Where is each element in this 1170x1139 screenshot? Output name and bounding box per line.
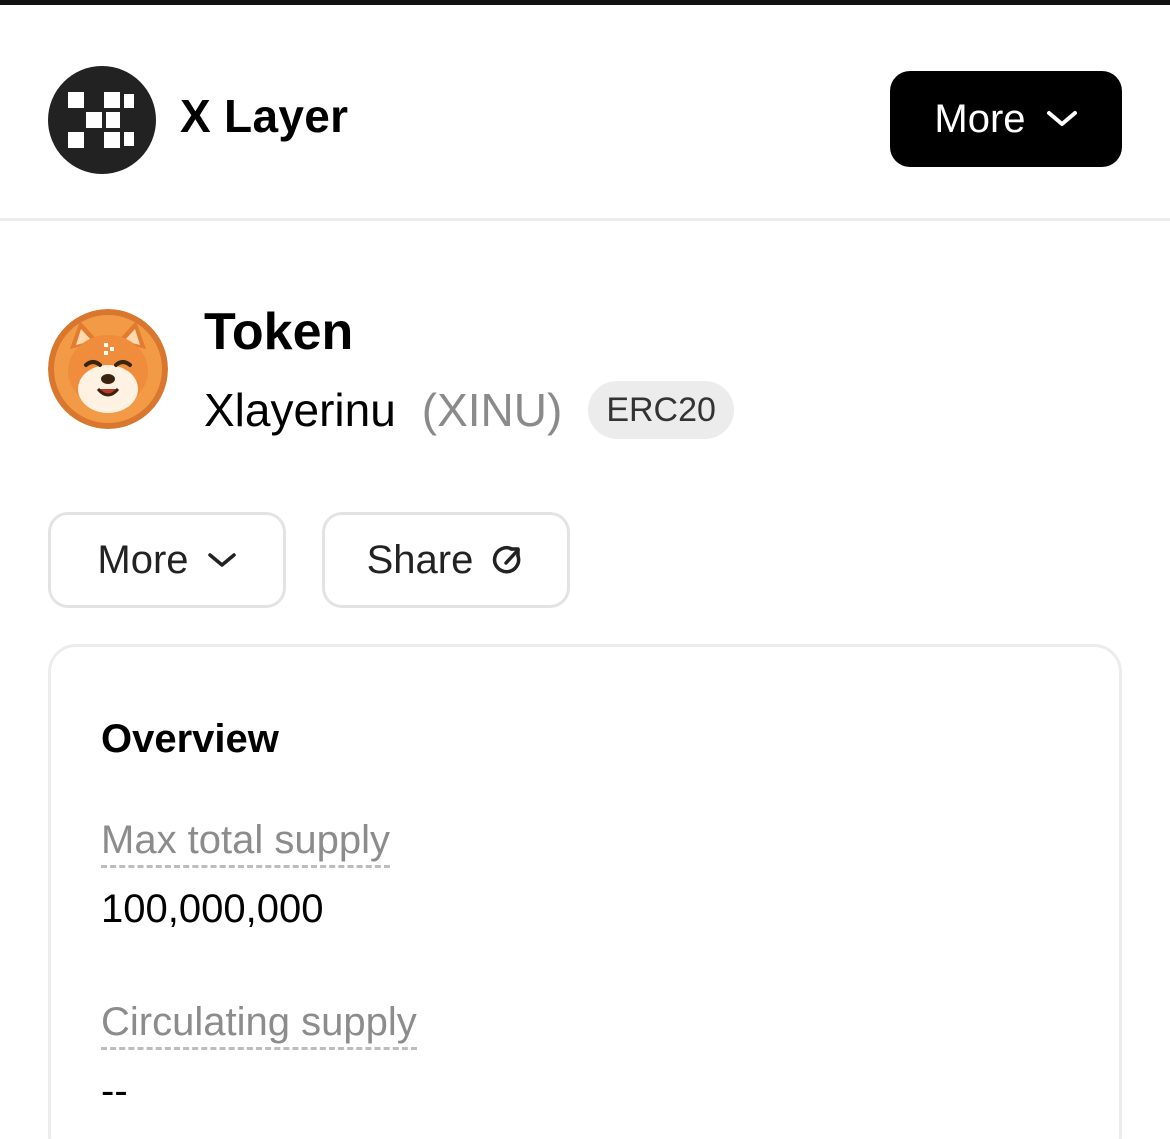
circulating-supply-label[interactable]: Circulating supply: [101, 999, 417, 1050]
circulating-supply-value: --: [101, 1069, 128, 1113]
max-total-supply-value: 100,000,000: [101, 887, 324, 931]
more-actions-button[interactable]: More: [48, 512, 286, 608]
shiba-inu-avatar-icon: [48, 309, 168, 429]
share-label: Share: [366, 537, 474, 582]
more-actions-label: More: [97, 537, 189, 582]
app-header: X Layer More: [0, 5, 1170, 221]
overview-card: Overview Max total supply 100,000,000 Ci…: [48, 644, 1122, 1139]
page-title: Token: [204, 303, 354, 361]
header-more-button[interactable]: More: [890, 71, 1122, 167]
share-button[interactable]: Share: [322, 512, 570, 608]
max-total-supply-label[interactable]: Max total supply: [101, 817, 391, 868]
token-name-row: Xlayerinu (XINU) ERC20: [204, 380, 734, 440]
share-icon: [491, 543, 525, 577]
token-name: Xlayerinu: [204, 384, 396, 436]
token-symbol: (XINU): [421, 384, 563, 436]
header-more-label: More: [934, 96, 1026, 141]
chevron-down-icon: [1046, 109, 1078, 129]
x-layer-logo-icon[interactable]: [48, 66, 156, 174]
chevron-down-icon: [207, 550, 237, 570]
overview-title: Overview: [101, 717, 279, 761]
brand-title: X Layer: [180, 90, 349, 142]
token-standard-badge: ERC20: [588, 381, 734, 439]
